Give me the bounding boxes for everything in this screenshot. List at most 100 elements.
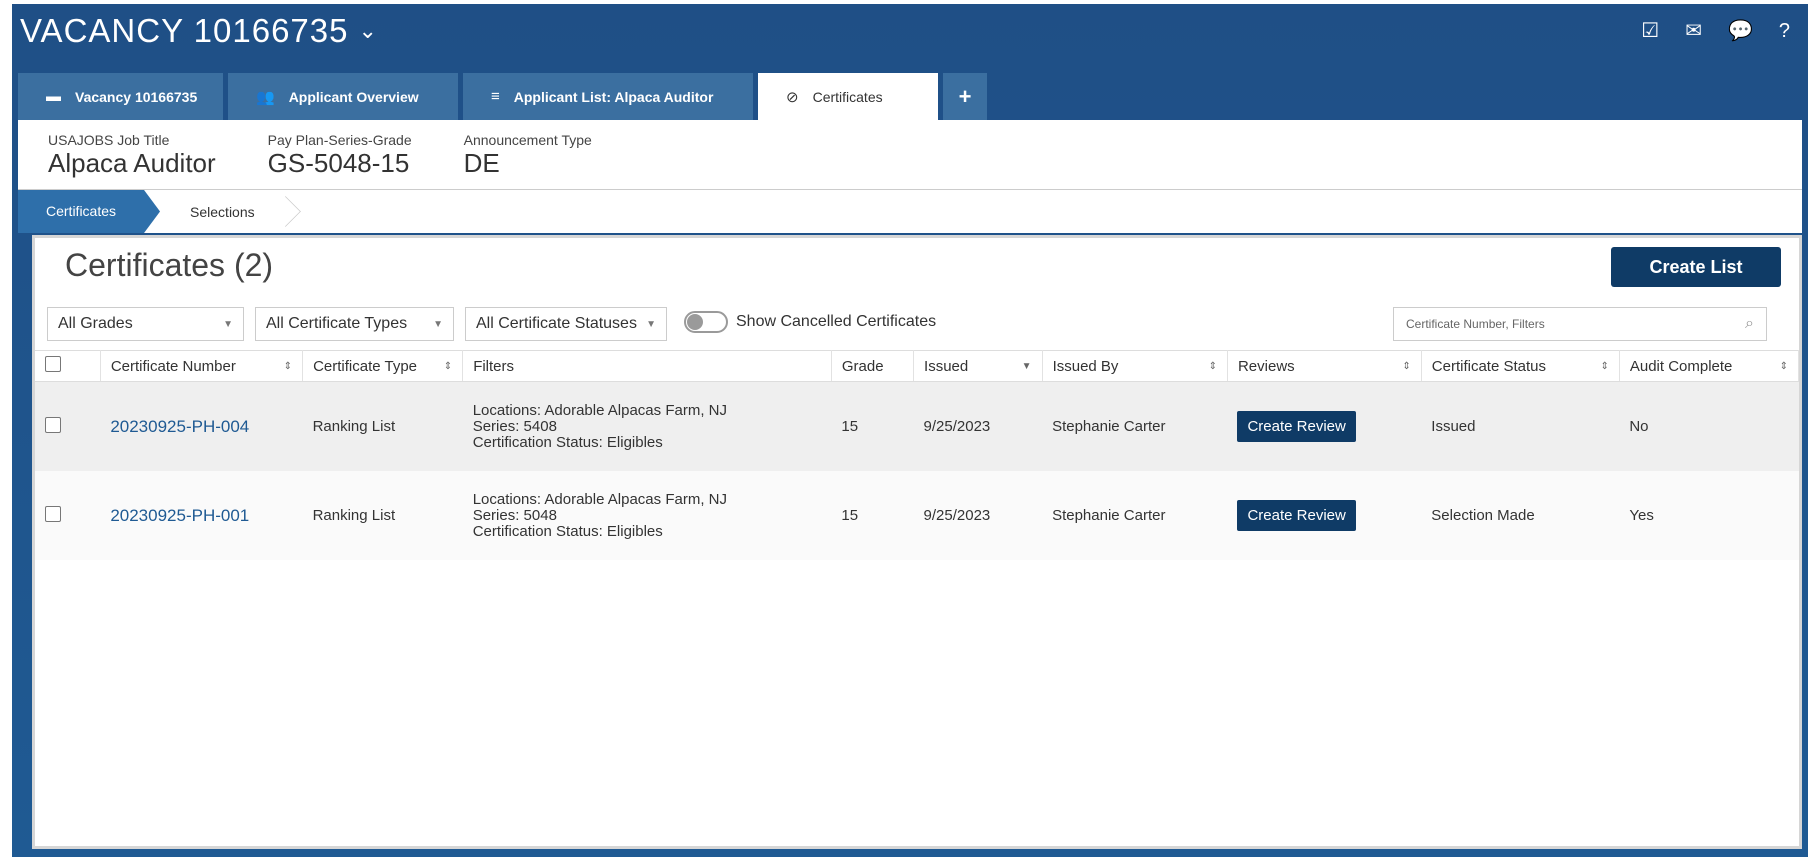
col-certificate-status[interactable]: Certificate Status ⇕ [1421,350,1620,382]
folder-icon: ▬ [46,88,61,105]
certificate-status-select[interactable]: All Certificate Statuses ▼ [465,307,667,341]
certificate-status-cell: Selection Made [1421,471,1620,560]
certificate-type-select[interactable]: All Certificate Types ▼ [255,307,454,341]
col-certificate-type-label: Certificate Type [313,357,418,375]
certificate-type-cell: Ranking List [302,471,463,560]
show-cancelled-label: Show Cancelled Certificates [736,313,937,330]
col-certificate-number-label: Certificate Number [110,357,236,375]
col-certificate-number[interactable]: Certificate Number ⇕ [100,350,304,382]
dropdown-arrow-icon: ▼ [433,318,443,330]
search-placeholder: Certificate Number, Filters [1406,317,1545,331]
sort-icon[interactable]: ⇕ [1209,361,1217,372]
create-list-button[interactable]: Create List [1611,247,1781,287]
vacancy-title-text: VACANCY 10166735 [20,12,349,49]
filter-line: Series: 5408 [472,417,557,435]
breadcrumb-selections[interactable]: Selections [190,204,255,220]
row-select-cell [35,471,101,560]
create-review-button[interactable]: Create Review [1237,411,1356,442]
list-icon: ≡ [491,88,500,105]
filter-line: Locations: Adorable Alpacas Farm, NJ [472,401,727,419]
announcement-value: DE [463,148,500,178]
dropdown-arrow-icon: ▼ [646,318,656,330]
chevron-down-icon[interactable]: ⌄ [359,18,378,44]
breadcrumb-certificates[interactable]: Certificates [18,190,160,233]
issued-by-cell: Stephanie Carter [1042,381,1228,471]
certificate-type-cell: Ranking List [302,381,463,471]
tab-applicant-list-label: Applicant List: Alpaca Auditor [513,88,714,105]
row-checkbox[interactable] [45,505,61,522]
col-grade-label: Grade [841,357,884,375]
tab-certificates[interactable]: ⊘ Certificates [758,73,938,120]
certificate-status-cell: Issued [1421,381,1620,471]
sort-icon[interactable]: ⇕ [1600,361,1608,372]
tab-applicant-overview-label: Applicant Overview [288,88,419,105]
inbox-icon[interactable]: ✉ [1685,20,1702,42]
col-issued-by[interactable]: Issued By ⇕ [1042,350,1228,382]
chat-icon[interactable]: 💬 [1728,20,1753,42]
pay-plan-label: Pay Plan-Series-Grade [267,132,412,148]
certificate-number-link[interactable]: 20230925-PH-004 [110,417,249,436]
vacancy-info-bar: USAJOBS Job Title Alpaca Auditor Pay Pla… [18,120,1802,190]
issued-cell: 9/25/2023 [913,471,1043,560]
tab-applicant-list[interactable]: ≡ Applicant List: Alpaca Auditor [463,73,753,120]
search-icon[interactable]: ⌕ [1745,315,1754,333]
grade-cell: 15 [831,471,914,560]
add-tab-button[interactable]: + [943,73,987,120]
pay-plan-block: Pay Plan-Series-Grade GS-5048-15 [268,120,412,189]
breadcrumb: Certificates Selections [18,190,1802,233]
search-input[interactable]: Certificate Number, Filters ⌕ [1393,307,1767,341]
col-audit-complete-label: Audit Complete [1629,357,1733,375]
job-title-value: Alpaca Auditor [48,148,216,178]
certificate-number-cell: 20230925-PH-001 [100,471,303,560]
top-icon-bar: ☑ ✉ 💬 ? [1641,20,1790,42]
filter-line: Certification Status: Eligibles [472,433,663,451]
grade-select[interactable]: All Grades ▼ [47,307,244,341]
issued-by-cell: Stephanie Carter [1042,471,1228,560]
sort-icon[interactable]: ⇕ [1780,361,1788,372]
checklist-icon[interactable]: ☑ [1641,20,1659,42]
certificate-number-link[interactable]: 20230925-PH-001 [110,506,249,525]
row-checkbox[interactable] [45,416,61,433]
help-icon[interactable]: ? [1779,20,1790,42]
tab-bar: ▬ Vacancy 10166735 👥 Applicant Overview … [18,73,987,120]
filter-bar: All Grades ▼ All Certificate Types ▼ All… [47,307,936,341]
announcement-label: Announcement Type [463,132,592,148]
col-grade: Grade [831,350,915,382]
select-all-header [35,350,101,382]
col-reviews[interactable]: Reviews ⇕ [1227,350,1422,382]
sort-icon[interactable]: ⇕ [1402,361,1410,372]
plus-icon: + [958,83,972,109]
col-filters: Filters [462,350,832,382]
job-title-block: USAJOBS Job Title Alpaca Auditor [48,120,216,189]
select-all-checkbox[interactable] [45,356,61,372]
certificates-panel: Certificates (2) Create List All Grades … [32,235,1802,849]
col-audit-complete[interactable]: Audit Complete ⇕ [1619,350,1800,382]
job-title-label: USAJOBS Job Title [48,132,170,148]
chevron-right-icon [279,190,295,233]
certificates-table: Certificate Number ⇕ Certificate Type ⇕ Fi… [35,350,1800,560]
sort-icon[interactable]: ⇕ [444,361,452,372]
audit-complete-cell: No [1619,381,1799,471]
col-issued[interactable]: Issued ▼ [913,350,1043,382]
sort-icon[interactable]: ⇕ [284,361,292,372]
certificate-number-cell: 20230925-PH-004 [100,381,303,471]
filter-line: Certification Status: Eligibles [472,522,663,540]
row-select-cell [35,381,101,471]
tab-vacancy-label: Vacancy 10166735 [75,88,198,105]
col-issued-by-label: Issued By [1052,357,1119,375]
col-certificate-type[interactable]: Certificate Type ⇕ [302,350,464,382]
dropdown-arrow-icon: ▼ [223,318,233,330]
filter-line: Locations: Adorable Alpacas Farm, NJ [472,490,727,508]
filters-cell: Locations: Adorable Alpacas Farm, NJ Ser… [462,381,832,471]
reviews-cell: Create Review [1227,471,1422,560]
tab-applicant-overview[interactable]: 👥 Applicant Overview [228,73,458,120]
sort-desc-icon[interactable]: ▼ [1022,361,1032,372]
col-filters-label: Filters [473,357,515,375]
tab-vacancy[interactable]: ▬ Vacancy 10166735 [18,73,223,120]
people-icon: 👥 [256,88,275,106]
certificate-status-select-value: All Certificate Statuses [476,315,637,332]
show-cancelled-toggle[interactable] [684,311,728,333]
vacancy-title[interactable]: VACANCY 10166735 ⌄ [20,12,378,50]
create-review-button[interactable]: Create Review [1237,500,1356,531]
filters-cell: Locations: Adorable Alpacas Farm, NJ Ser… [462,471,832,560]
